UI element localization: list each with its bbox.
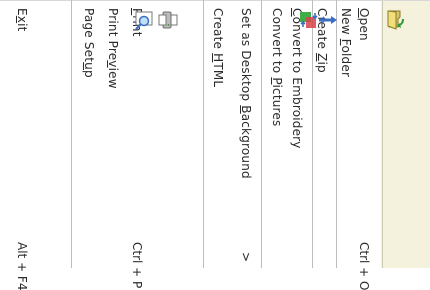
icon-strip-divider (382, 0, 383, 268)
separator (71, 0, 72, 268)
open-folder-icon (387, 10, 404, 30)
icon-strip (381, 0, 430, 268)
separator (336, 0, 337, 268)
shortcut-exit: Alt + F4 (15, 242, 29, 290)
menu-item-print[interactable]: Print Ctrl + P (126, 0, 178, 288)
separator (312, 0, 313, 268)
file-menu: Open Ctrl + O New Folder Create Zip Conv… (0, 0, 430, 290)
printer-icon (158, 11, 178, 29)
convert-pictures-icon (300, 12, 318, 28)
shortcut-print: Ctrl + P (130, 242, 144, 289)
separator (203, 0, 204, 268)
menu-item-open[interactable]: Open Ctrl + O (353, 0, 404, 290)
menu-item-convert-to-embroidery[interactable]: Convert to Embroidery (286, 0, 337, 268)
menu-item-print-preview[interactable]: Print Preview (102, 0, 153, 268)
menu-item-exit[interactable]: Exit Alt + F4 (11, 0, 31, 290)
shortcut-open: Ctrl + O (357, 242, 371, 290)
menu-item-page-setup[interactable]: Page Setup (78, 0, 98, 268)
menu-item-convert-to-pictures[interactable]: Convert to Pictures (266, 0, 318, 268)
submenu-arrow-icon: > (239, 252, 253, 263)
convert-embroidery-icon (319, 16, 337, 24)
menu-item-create-zip[interactable]: Create Zip (311, 0, 331, 268)
menu-item-new-folder[interactable]: New Folder (335, 0, 355, 268)
menu-item-set-desktop-background[interactable]: Set as Desktop Background > (235, 0, 255, 268)
print-preview-icon (135, 11, 153, 30)
menu-item-create-html[interactable]: Create HTML (207, 0, 227, 268)
separator (261, 0, 262, 268)
